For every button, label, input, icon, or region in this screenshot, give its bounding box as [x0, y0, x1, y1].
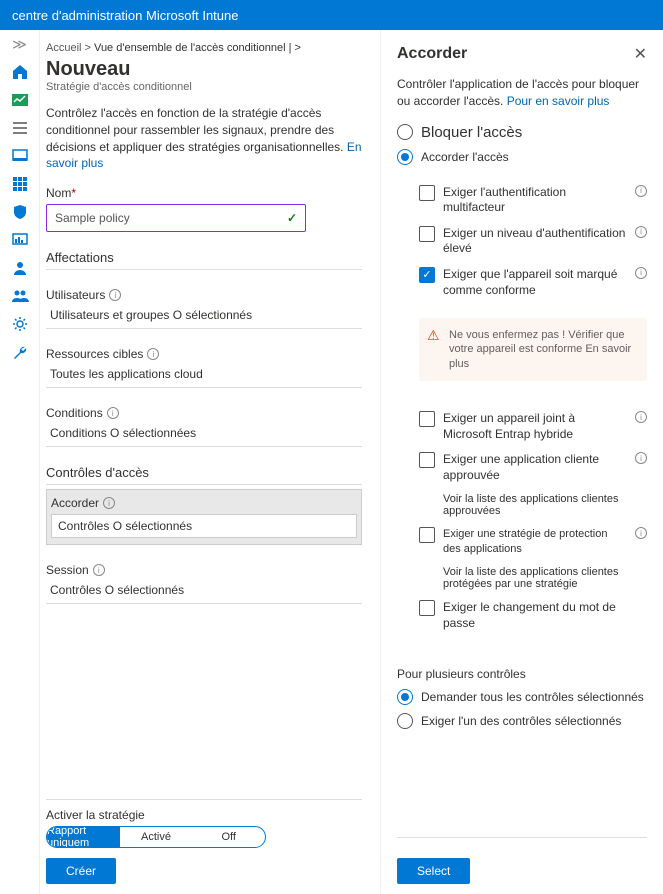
info-icon[interactable]: i — [107, 407, 119, 419]
users-icon[interactable] — [11, 259, 29, 277]
info-icon[interactable]: i — [109, 289, 121, 301]
tenant-admin-icon[interactable] — [11, 315, 29, 333]
info-icon[interactable]: i — [635, 267, 647, 279]
check-mfa[interactable]: Exiger l'authentification multifacteur i — [419, 185, 647, 216]
name-value: Sample policy — [55, 211, 130, 225]
radio-icon[interactable] — [397, 124, 413, 140]
close-icon[interactable]: ✕ — [634, 44, 647, 64]
approved-apps-link[interactable]: Voir la liste des applications clientes … — [443, 493, 647, 517]
name-input[interactable]: Sample policy ✓ — [46, 204, 306, 232]
groups-icon[interactable] — [11, 287, 29, 305]
info-icon[interactable]: i — [103, 497, 115, 509]
apps-icon[interactable] — [11, 175, 29, 193]
radio-icon[interactable] — [397, 149, 413, 165]
radio-require-all[interactable]: Demander tous les contrôles sélectionnés — [397, 689, 647, 705]
info-icon[interactable]: i — [93, 564, 105, 576]
checkbox-icon[interactable] — [419, 452, 435, 468]
checkbox-icon[interactable] — [419, 185, 435, 201]
endpoint-security-icon[interactable] — [11, 203, 29, 221]
conditions-label[interactable]: Conditionsi — [46, 406, 362, 420]
checkbox-icon[interactable] — [419, 600, 435, 616]
grant-value: Contrôles O sélectionnés — [51, 514, 357, 538]
controls-heading: Contrôles d'accès — [46, 465, 362, 485]
grant-panel: Accorder ✕ Contrôler l'application de l'… — [380, 30, 663, 894]
checkbox-icon[interactable] — [419, 267, 435, 283]
session-value[interactable]: Contrôles O sélectionnés — [46, 581, 362, 599]
enable-policy-toggle[interactable]: Rapport uniquem Activé Off — [46, 826, 266, 848]
home-icon[interactable] — [11, 63, 29, 81]
all-services-icon[interactable] — [11, 119, 29, 137]
grant-panel-title: Accorder — [397, 45, 467, 63]
allow-label: Accorder l'accès — [421, 150, 509, 164]
bottom-bar: Activer la stratégie Rapport uniquem Act… — [46, 799, 362, 884]
block-label: Bloquer l'accès — [421, 124, 522, 141]
grant-row[interactable]: Accorderi Contrôles O sélectionnés — [46, 489, 362, 545]
create-button[interactable]: Créer — [46, 858, 116, 884]
conditions-value[interactable]: Conditions O sélectionnées — [46, 424, 362, 442]
session-label[interactable]: Sessioni — [46, 563, 362, 577]
info-icon[interactable]: i — [635, 527, 647, 539]
info-icon[interactable]: i — [635, 411, 647, 423]
checkbox-icon[interactable] — [419, 411, 435, 427]
users-label[interactable]: Utilisateursi — [46, 288, 362, 302]
select-button[interactable]: Select — [397, 858, 470, 884]
checkbox-icon[interactable] — [419, 527, 435, 543]
intro-text: Contrôlez l'accès en fonction de la stra… — [46, 105, 362, 172]
toggle-report-only[interactable]: Rapport uniquem — [47, 827, 120, 847]
info-icon[interactable]: i — [147, 348, 159, 360]
info-icon[interactable]: i — [635, 452, 647, 464]
radio-require-one[interactable]: Exiger l'un des contrôles sélectionnés — [397, 713, 647, 729]
check-hybrid-joined[interactable]: Exiger un appareil joint à Microsoft Ent… — [419, 411, 647, 442]
check-password-change[interactable]: Exiger le changement du mot de passe — [419, 600, 647, 631]
radio-block[interactable]: Bloquer l'accès — [397, 124, 647, 141]
multi-controls-heading: Pour plusieurs contrôles — [397, 667, 647, 681]
grant-learn-more-link[interactable]: Pour en savoir plus — [507, 94, 610, 108]
toggle-on[interactable]: Activé — [120, 827, 193, 847]
devices-icon[interactable] — [11, 147, 29, 165]
targets-label[interactable]: Ressources ciblesi — [46, 347, 362, 361]
info-icon[interactable]: i — [635, 226, 647, 238]
check-compliant[interactable]: Exiger que l'appareil soit marqué comme … — [419, 267, 647, 298]
warning-box: Ne vous enfermez pas ! Vérifier que votr… — [419, 318, 647, 381]
checkbox-icon[interactable] — [419, 226, 435, 242]
radio-allow[interactable]: Accorder l'accès — [397, 149, 647, 165]
troubleshoot-icon[interactable] — [11, 343, 29, 361]
radio-icon[interactable] — [397, 689, 413, 705]
breadcrumb-home[interactable]: Accueil > — [46, 42, 91, 54]
grant-desc: Contrôler l'application de l'accès pour … — [397, 76, 647, 110]
collapse-rail-icon[interactable]: ≫ — [12, 36, 27, 53]
protected-apps-link[interactable]: Voir la liste des applications clientes … — [443, 566, 647, 590]
toggle-off[interactable]: Off — [192, 827, 265, 847]
top-bar: centre d'administration Microsoft Intune — [0, 0, 663, 30]
breadcrumb-overview[interactable]: Vue d'ensemble de l'accès conditionnel |… — [94, 42, 301, 54]
targets-value[interactable]: Toutes les applications cloud — [46, 365, 362, 383]
users-value[interactable]: Utilisateurs et groupes O sélectionnés — [46, 306, 362, 324]
page-subtitle: Stratégie d'accès conditionnel — [46, 81, 362, 93]
enable-policy-label: Activer la stratégie — [46, 808, 362, 822]
radio-icon[interactable] — [397, 713, 413, 729]
nav-rail: ≫ — [0, 30, 40, 894]
name-label: Nom* — [46, 186, 362, 200]
check-approved-app[interactable]: Exiger une application cliente approuvée… — [419, 452, 647, 483]
policy-pane: Accueil > Vue d'ensemble de l'accès cond… — [40, 30, 380, 894]
assignments-heading: Affectations — [46, 250, 362, 270]
info-icon[interactable]: i — [635, 185, 647, 197]
dashboard-icon[interactable] — [11, 91, 29, 109]
breadcrumb[interactable]: Accueil > Vue d'ensemble de l'accès cond… — [46, 42, 362, 54]
reports-icon[interactable] — [11, 231, 29, 249]
check-icon: ✓ — [287, 211, 297, 225]
app-title: centre d'administration Microsoft Intune — [12, 8, 238, 23]
check-auth-strength[interactable]: Exiger un niveau d'authentification élev… — [419, 226, 647, 257]
page-title: Nouveau — [46, 58, 362, 81]
check-protection-policy[interactable]: Exiger une stratégie de protection des a… — [419, 527, 647, 556]
